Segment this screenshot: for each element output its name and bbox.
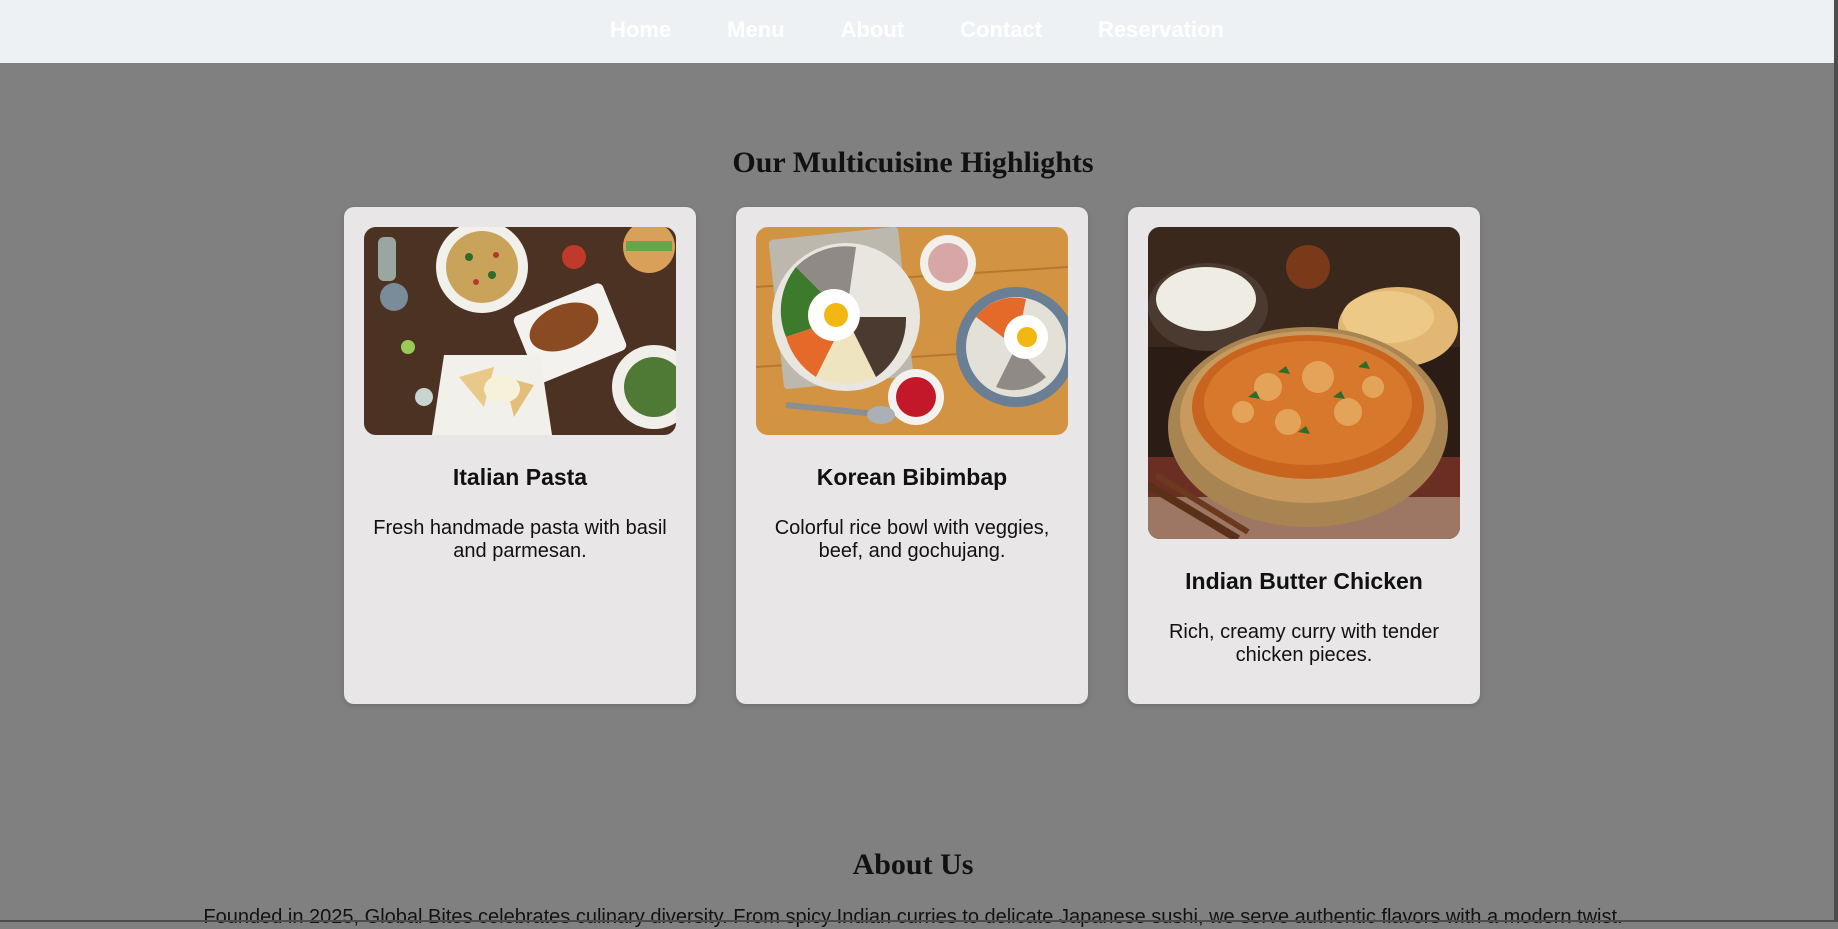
card-korean-bibimbap: Korean Bibimbap Colorful rice bowl with … [736,207,1088,704]
nav-menu-link[interactable]: Menu [727,17,784,43]
about-heading: About Us [852,848,974,881]
card-italian-pasta: Italian Pasta Fresh handmade pasta with … [344,207,696,704]
card-description: Rich, creamy curry with tender chicken p… [1168,621,1440,666]
card-indian-butter-chicken: Indian Butter Chicken Rich, creamy curry… [1128,207,1480,704]
highlights-cards: Italian Pasta Fresh handmade pasta with … [344,207,1480,704]
bibimbap-photo [756,227,1068,435]
butter-chicken-photo [1148,227,1460,539]
nav-contact-link[interactable]: Contact [960,17,1042,43]
card-title: Italian Pasta [452,464,588,490]
window-edge [1834,0,1838,922]
nav-links: Home Menu About Contact Reservation [610,17,1224,43]
card-title: Indian Butter Chicken [1185,568,1423,594]
food-spread-photo [364,227,676,435]
nav-reservation-link[interactable]: Reservation [1098,17,1224,43]
card-description: Colorful rice bowl with veggies, beef, a… [774,517,1050,562]
card-description: Fresh handmade pasta with basil and parm… [373,517,667,562]
about-text: Founded in 2025, Global Bites celebrates… [203,906,1623,928]
nav-home-link[interactable]: Home [610,17,671,43]
highlights-heading: Our Multicuisine Highlights [732,146,1094,179]
top-navbar: Home Menu About Contact Reservation [0,0,1834,63]
nav-about-link[interactable]: About [841,17,905,43]
card-title: Korean Bibimbap [816,464,1008,490]
